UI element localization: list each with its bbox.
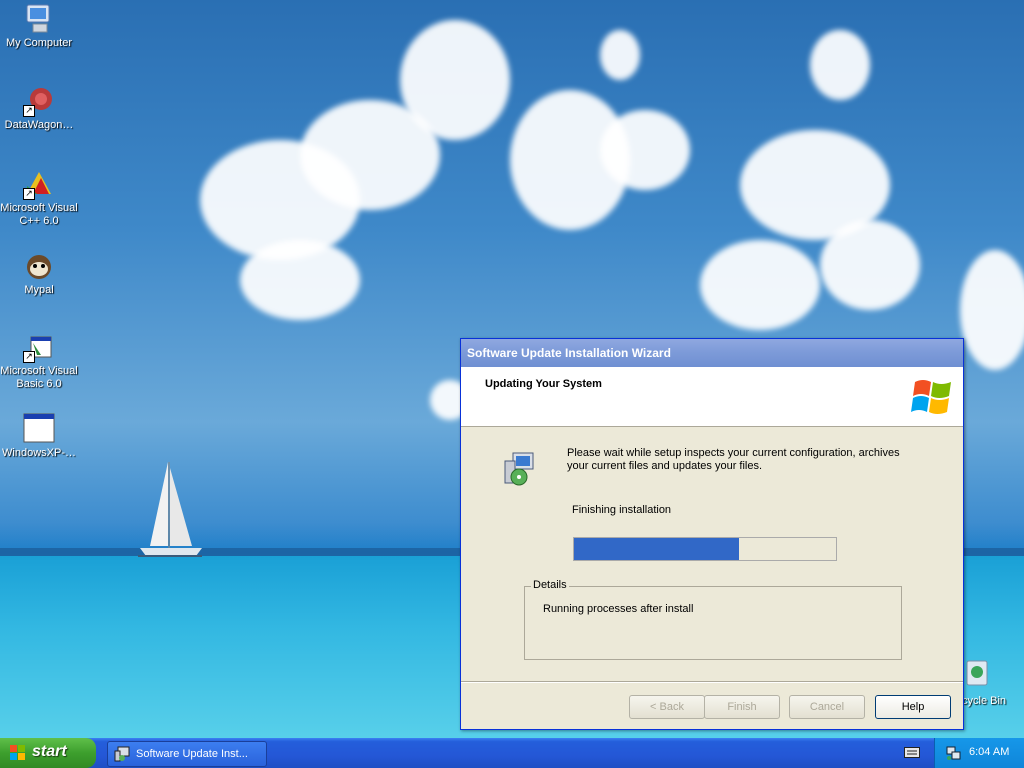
cloud xyxy=(600,30,640,80)
mypal-icon xyxy=(23,250,55,282)
cloud xyxy=(600,110,690,190)
cloud xyxy=(810,30,870,100)
cloud xyxy=(400,20,510,140)
recycle-bin-label: cycle Bin xyxy=(962,695,1007,707)
taskbar: start Software Update Inst... 6:04 AM xyxy=(0,738,1024,768)
windows-logo-icon xyxy=(911,380,951,414)
wizard-description: Please wait while setup inspects your cu… xyxy=(567,447,900,472)
help-button[interactable]: Help xyxy=(875,695,951,719)
datawagon-icon: ↗ xyxy=(23,85,55,117)
window-icon xyxy=(23,413,55,445)
installation-wizard-window[interactable]: Software Update Installation Wizard Upda… xyxy=(460,338,964,730)
sailboat-image xyxy=(138,462,202,557)
desktop-icon-label: DataWagon… xyxy=(4,119,74,131)
start-label: start xyxy=(32,743,67,760)
recycle-bin-icon xyxy=(964,655,990,687)
wizard-header-title: Updating Your System xyxy=(485,378,602,390)
cloud xyxy=(960,250,1024,370)
wizard-status-text: Finishing installation xyxy=(572,504,672,516)
shortcut-arrow-icon: ↗ xyxy=(23,351,35,363)
desktop-icon-label: My Computer xyxy=(5,37,73,49)
installation-progress-bar xyxy=(573,537,837,561)
visual-basic-icon: ↗ xyxy=(23,331,55,363)
desktop-icon-label: Microsoft Visual C++ 6.0 xyxy=(0,202,78,227)
desktop-icon-label: WindowsXP-… xyxy=(2,447,76,459)
keyboard-tray-icon[interactable] xyxy=(904,745,920,759)
window-titlebar[interactable]: Software Update Installation Wizard xyxy=(461,339,963,368)
cloud xyxy=(820,220,920,310)
network-tray-icon[interactable] xyxy=(945,745,961,761)
desktop-icon-label: Microsoft Visual Basic 6.0 xyxy=(0,365,78,390)
cloud xyxy=(240,240,360,320)
details-legend: Details xyxy=(531,579,569,591)
desktop-icon-datawagon[interactable]: ↗ DataWagon… xyxy=(0,85,78,132)
back-button[interactable]: < Back xyxy=(629,695,705,719)
windows-flag-icon xyxy=(10,745,25,760)
setup-task-icon xyxy=(114,746,130,762)
details-group: Details Running processes after install xyxy=(524,579,902,660)
visual-cpp-icon: ↗ xyxy=(23,168,55,200)
desktop-background: My Computer ↗ DataWagon… ↗ Microsoft Vis… xyxy=(0,0,1024,768)
start-button[interactable]: start xyxy=(0,738,96,768)
cancel-button[interactable]: Cancel xyxy=(789,695,865,719)
setup-computer-icon xyxy=(504,452,534,486)
desktop-icon-visual-basic[interactable]: ↗ Microsoft Visual Basic 6.0 xyxy=(0,331,78,391)
desktop-icon-windowsxp[interactable]: WindowsXP-… xyxy=(0,413,78,460)
desktop-icon-mypal[interactable]: Mypal xyxy=(0,250,78,297)
cloud xyxy=(700,240,820,330)
finish-button[interactable]: Finish xyxy=(704,695,780,719)
taskbar-item-software-update[interactable]: Software Update Inst... xyxy=(107,741,267,767)
desktop-icon-label: Mypal xyxy=(24,284,54,296)
desktop-icon-visual-cpp[interactable]: ↗ Microsoft Visual C++ 6.0 xyxy=(0,168,78,228)
shortcut-arrow-icon: ↗ xyxy=(23,188,35,200)
shortcut-arrow-icon: ↗ xyxy=(23,105,35,117)
progress-fill xyxy=(574,538,740,560)
wizard-header: Updating Your System xyxy=(461,368,963,427)
system-tray: 6:04 AM xyxy=(934,738,1024,768)
clock[interactable]: 6:04 AM xyxy=(969,746,1009,758)
button-separator xyxy=(461,681,963,683)
computer-icon xyxy=(23,3,55,35)
details-text: Running processes after install xyxy=(543,603,694,615)
taskbar-item-label: Software Update Inst... xyxy=(136,748,248,760)
desktop-icon-my-computer[interactable]: My Computer xyxy=(0,3,78,50)
